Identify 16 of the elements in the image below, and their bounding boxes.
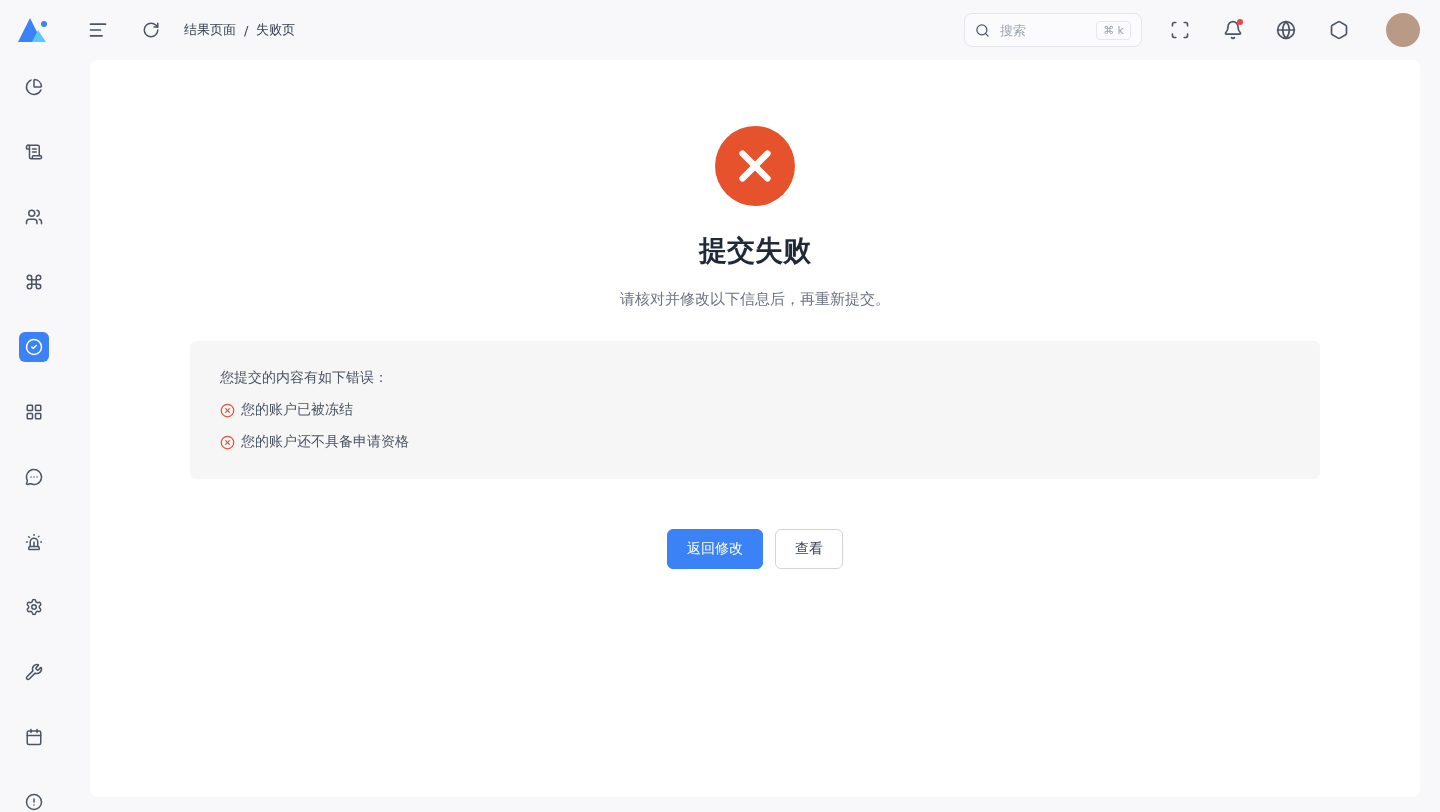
breadcrumb-item[interactable]: 结果页面 [184,21,236,39]
logo-icon [18,16,50,44]
breadcrumb-item[interactable]: 失败页 [256,21,296,39]
error-message: 您的账户还不具备申请资格 [241,433,409,451]
search-icon [975,22,990,38]
secondary-button[interactable]: 查看 [775,529,843,569]
error-heading: 您提交的内容有如下错误： [220,369,389,387]
search-input[interactable]: 搜索 [998,21,1089,39]
error-x-icon [220,434,235,450]
result-subtitle: 请核对并修改以下信息后，再重新提交。 [620,290,890,309]
error-message: 您的账户已被冻结 [241,401,353,419]
result-title: 提交失败 [699,233,811,269]
error-x-icon [220,402,235,418]
breadcrumb-separator: / [244,22,249,38]
shortcut-hint: ⌘ k [1096,20,1131,40]
primary-button[interactable]: 返回修改 [667,529,763,569]
